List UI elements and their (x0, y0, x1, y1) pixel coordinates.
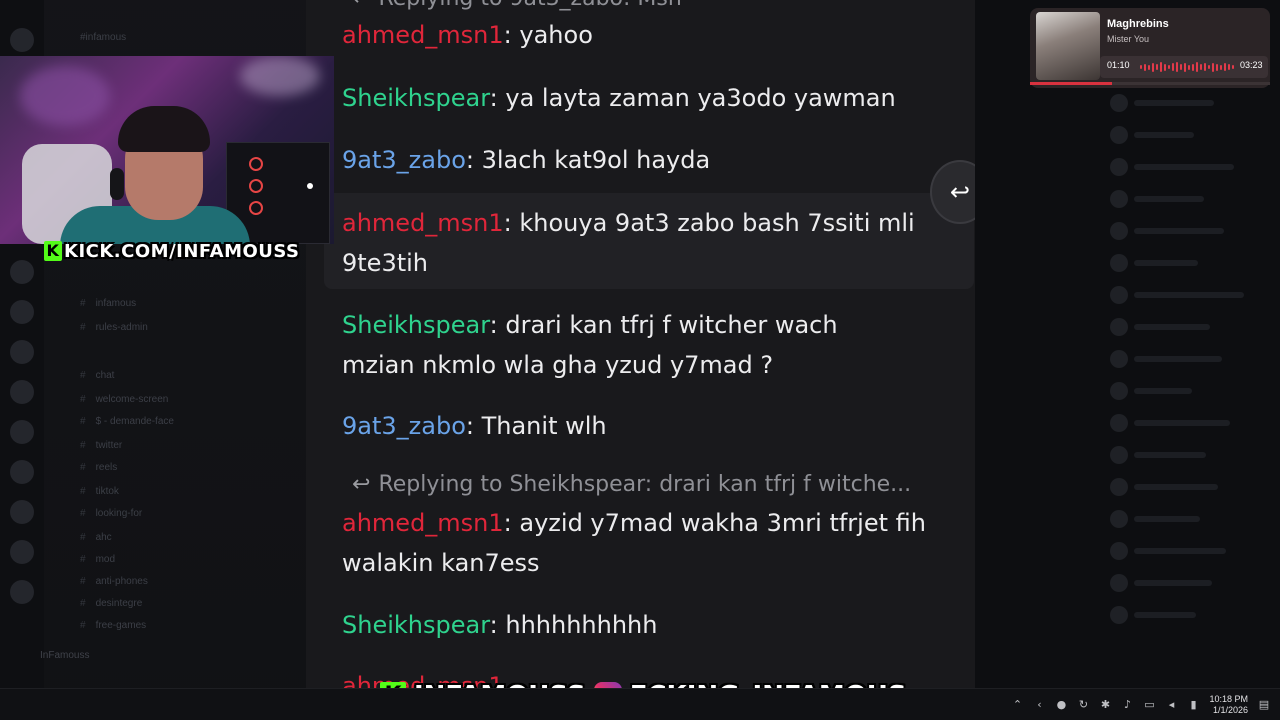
message-author[interactable]: Sheikhspear (342, 84, 490, 112)
message-author[interactable]: ahmed_msn1 (342, 509, 504, 537)
sidebar-channel[interactable]: # welcome-screen (80, 394, 168, 408)
server-icon[interactable] (10, 460, 34, 484)
message-author[interactable]: Sheikhspear (342, 611, 490, 639)
message-text: : ya layta zaman ya3odo yawman (489, 84, 896, 112)
track-duration: 03:23 (1240, 60, 1263, 70)
music-progress-bar (1030, 82, 1270, 85)
member-item[interactable] (1110, 122, 1270, 148)
kick-logo-icon: K (44, 241, 62, 261)
member-item[interactable] (1110, 378, 1270, 404)
member-item[interactable] (1110, 474, 1270, 500)
reply-reference[interactable]: ↩ Replying to Sheikhspear: drari kan tfrj… (352, 472, 911, 497)
message-author[interactable]: ahmed_msn1 (342, 209, 504, 237)
chat-message[interactable]: ahmed_msn1: ayzid y7mad wakha 3mri tfrje… (342, 503, 962, 583)
chat-message[interactable]: ahmed_msn1: khouya 9at3 zabo bash 7ssiti… (342, 203, 950, 283)
waveform-icon (1140, 62, 1238, 72)
server-icon[interactable] (10, 380, 34, 404)
album-art (1036, 12, 1100, 80)
sidebar-channel[interactable]: # reels (80, 462, 117, 476)
sidebar-channel[interactable]: # $ - demande-face (80, 416, 174, 430)
bluetooth-icon[interactable]: ✱ (1099, 699, 1111, 711)
microphone-icon[interactable]: ♪ (1121, 699, 1133, 711)
member-item[interactable] (1110, 282, 1270, 308)
member-list (1110, 90, 1270, 634)
chat-message[interactable]: Sheikhspear: hhhhhhhhhh (342, 605, 962, 645)
sidebar-channel[interactable]: # anti-phones (80, 576, 148, 590)
sidebar-channel[interactable]: # rules-admin (80, 322, 148, 336)
back-icon[interactable]: ‹ (1033, 699, 1045, 711)
chat-message[interactable]: Sheikhspear: ya layta zaman ya3odo yawma… (342, 78, 962, 118)
music-progress-fill (1030, 82, 1112, 85)
message-text: : 3lach kat9ol hayda (465, 146, 711, 174)
chat-message[interactable]: Sheikhspear: drari kan tfrj f witcher wa… (342, 305, 902, 385)
sidebar-channel[interactable]: # infamous (80, 298, 136, 312)
server-icon[interactable] (10, 28, 34, 52)
discord-tray-icon[interactable]: ● (1055, 699, 1067, 711)
member-item[interactable] (1110, 602, 1270, 628)
member-item[interactable] (1110, 538, 1270, 564)
track-title: Maghrebins (1107, 18, 1169, 30)
message-author[interactable]: ahmed_msn1 (342, 21, 504, 49)
notification-icon[interactable]: ▤ (1258, 699, 1270, 711)
message-text: : yahoo (503, 21, 593, 49)
kick-url-overlay: K KICK.COM/INFAMOUSS (44, 238, 300, 264)
chat-message-list[interactable]: ↩Replying to 9at3_zabo: Msh ahmed_msn1: … (306, 0, 975, 688)
member-item[interactable] (1110, 90, 1270, 116)
member-item[interactable] (1110, 346, 1270, 372)
chat-message[interactable]: 9at3_zabo: Thanit wlh (342, 406, 962, 446)
elapsed-time: 01:10 (1107, 60, 1130, 70)
message-author[interactable]: 9at3_zabo (342, 412, 466, 440)
network-icon[interactable]: ▭ (1143, 699, 1155, 711)
reply-arrow-icon: ↩ (352, 472, 371, 497)
server-icon[interactable] (10, 340, 34, 364)
taskbar: ⌃ ‹ ● ↻ ✱ ♪ ▭ ◂ ▮ 10:18 PM 1/1/2026 ▤ (0, 688, 1280, 720)
sidebar-channel[interactable]: # desintegre (80, 598, 142, 612)
sidebar-channel[interactable]: # chat (80, 370, 114, 384)
user-panel-name[interactable]: InFamouss (40, 650, 89, 661)
member-item[interactable] (1110, 314, 1270, 340)
member-item[interactable] (1110, 442, 1270, 468)
server-icon[interactable] (10, 580, 34, 604)
server-icon[interactable] (10, 540, 34, 564)
reply-reference[interactable]: ↩Replying to 9at3_zabo: Msh (352, 0, 682, 11)
clock-time: 10:18 PM (1209, 694, 1248, 704)
member-item[interactable] (1110, 154, 1270, 180)
now-playing-widget[interactable]: Maghrebins Mister You 01:10 03:23 (1030, 8, 1270, 88)
member-item[interactable] (1110, 506, 1270, 532)
member-item[interactable] (1110, 570, 1270, 596)
taskbar-clock[interactable]: 10:18 PM 1/1/2026 (1209, 694, 1248, 716)
member-item[interactable] (1110, 186, 1270, 212)
clock-date: 1/1/2026 (1212, 705, 1248, 715)
volume-icon[interactable]: ◂ (1165, 699, 1177, 711)
server-icon[interactable] (10, 260, 34, 284)
server-icon[interactable] (10, 500, 34, 524)
message-author[interactable]: 9at3_zabo (342, 146, 466, 174)
sidebar-channel[interactable]: # ahc (80, 532, 112, 546)
member-item[interactable] (1110, 218, 1270, 244)
sidebar-channel[interactable]: # mod (80, 554, 115, 568)
message-author[interactable]: Sheikhspear (342, 311, 490, 339)
reply-arrow-icon: ↩ (352, 0, 370, 11)
sidebar-channel[interactable]: # tiktok (80, 486, 119, 500)
track-artist: Mister You (1107, 34, 1150, 44)
server-icon[interactable] (10, 300, 34, 324)
sidebar-channel[interactable]: # free-games (80, 620, 146, 634)
member-item[interactable] (1110, 250, 1270, 276)
message-text: : Thanit wlh (465, 412, 607, 440)
reply-icon: ↩ (949, 178, 971, 206)
sidebar-channel[interactable]: # twitter (80, 440, 122, 454)
chat-message[interactable]: ahmed_msn1: yahoo (342, 15, 962, 55)
member-item[interactable] (1110, 410, 1270, 436)
server-icon[interactable] (10, 420, 34, 444)
chevron-up-icon[interactable]: ⌃ (1011, 699, 1023, 711)
message-text: : hhhhhhhhhh (489, 611, 658, 639)
channel-header: #infamous (80, 32, 127, 43)
battery-icon[interactable]: ▮ (1187, 699, 1199, 711)
sidebar-channel[interactable]: # looking-for (80, 508, 142, 522)
chat-message[interactable]: 9at3_zabo: 3lach kat9ol hayda (342, 140, 962, 180)
system-tray: ⌃ ‹ ● ↻ ✱ ♪ ▭ ◂ ▮ 10:18 PM 1/1/2026 ▤ (1011, 689, 1270, 720)
sync-icon[interactable]: ↻ (1077, 699, 1089, 711)
webcam-feed (0, 56, 334, 244)
